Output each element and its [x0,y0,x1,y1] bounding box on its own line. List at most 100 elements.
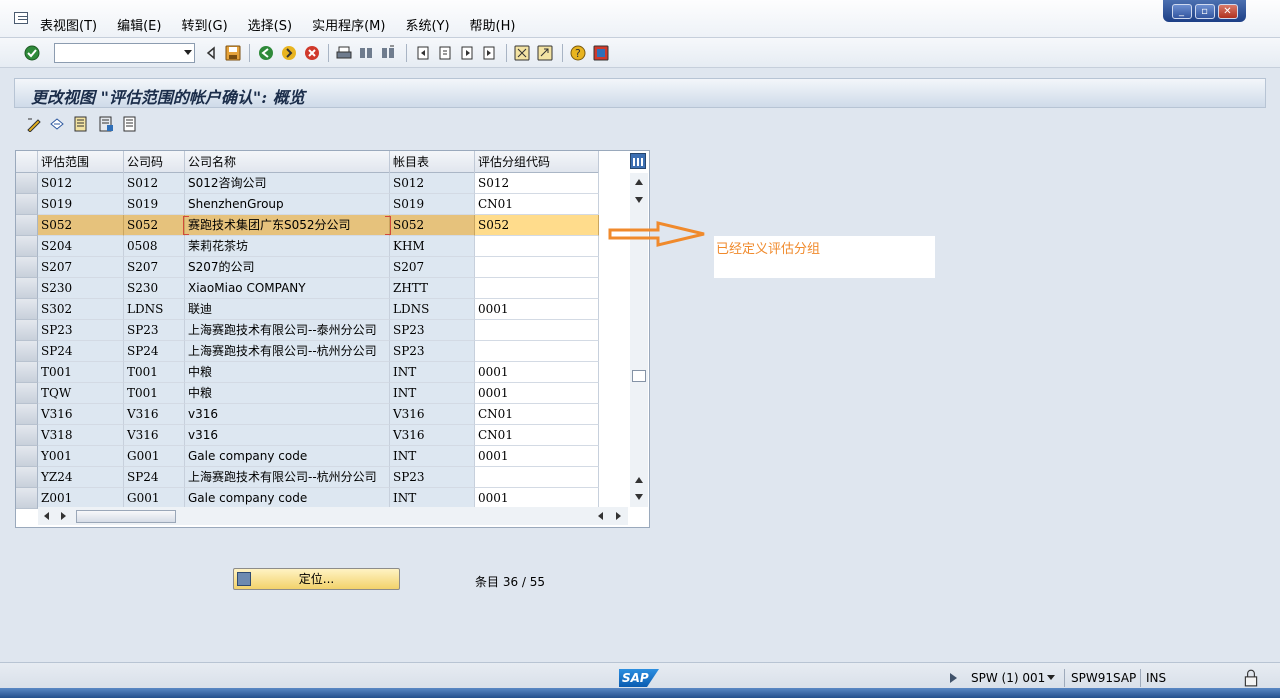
table-row[interactable]: V316 V316 v316 V316 CN01 [16,404,599,425]
chevron-down-icon[interactable] [1047,675,1055,680]
chevron-down-icon[interactable] [184,50,192,55]
print-icon[interactable] [336,45,352,61]
next-page-icon[interactable] [459,45,475,61]
save-icon[interactable] [225,45,241,61]
table-row[interactable]: S012 S012 S012咨询公司 S012 S012 [16,173,599,194]
cell-valuation-grouping-code[interactable]: S012 [475,173,599,194]
create-session-icon[interactable] [514,45,530,61]
cell-valuation-grouping-code[interactable]: 0001 [475,383,599,404]
help-icon[interactable]: ? [570,45,586,61]
row-selector[interactable] [16,383,38,404]
cell-valuation-grouping-code[interactable] [475,467,599,488]
cell-valuation-grouping-code[interactable] [475,320,599,341]
shortcut-icon[interactable] [537,45,553,61]
menu-edit[interactable]: 编辑(E) [117,15,161,34]
table-row[interactable]: S207 S207 S207的公司 S207 [16,257,599,278]
table-row[interactable]: S302 LDNS 联迪 LDNS 0001 [16,299,599,320]
table-row[interactable]: Z001 G001 Gale company code INT 0001 [16,488,599,509]
cell-valuation-grouping-code[interactable]: 0001 [475,488,599,509]
cell-valuation-grouping-code[interactable]: 0001 [475,362,599,383]
row-selector[interactable] [16,173,38,194]
table-row[interactable]: S204 0508 茉莉花茶坊 KHM [16,236,599,257]
scroll-right-icon[interactable] [61,512,66,520]
row-selector[interactable] [16,320,38,341]
row-selector[interactable] [16,236,38,257]
cell-valuation-grouping-code[interactable]: 0001 [475,446,599,467]
copy-as-icon[interactable] [73,116,89,132]
table-row[interactable]: SP23 SP23 上海赛跑技术有限公司--泰州分公司 SP23 [16,320,599,341]
position-button[interactable]: 定位... [233,568,400,590]
cell-valuation-grouping-code[interactable] [475,341,599,362]
menu-selection[interactable]: 选择(S) [248,15,292,34]
cell-valuation-grouping-code[interactable] [475,278,599,299]
scroll-left-icon[interactable] [44,512,49,520]
row-selector[interactable] [16,257,38,278]
enter-check-icon[interactable] [24,45,40,61]
system-menu-icon[interactable] [14,12,28,24]
table-row[interactable]: V318 V316 v316 V316 CN01 [16,425,599,446]
lock-icon[interactable] [1242,669,1260,687]
layout-menu-icon[interactable] [593,45,609,61]
scroll-page-up-icon[interactable] [635,477,643,483]
row-selector[interactable] [16,215,38,236]
new-entries-icon[interactable] [49,116,65,132]
status-toggle-icon[interactable] [950,673,957,683]
row-selector[interactable] [16,194,38,215]
table-row[interactable]: S052 S052 赛跑技术集团广东S052分公司 S052 S052 [16,215,599,236]
previous-page-icon[interactable] [437,45,453,61]
row-selector[interactable] [16,467,38,488]
exit-icon[interactable] [281,45,297,61]
previous-icon[interactable] [203,45,219,61]
cell-valuation-grouping-code[interactable] [475,236,599,257]
table-row[interactable]: TQW T001 中粮 INT 0001 [16,383,599,404]
cell-valuation-grouping-code[interactable] [475,257,599,278]
table-row[interactable]: T001 T001 中粮 INT 0001 [16,362,599,383]
column-header-chart-of-accounts[interactable]: 帐目表 [390,151,475,173]
column-header-company-name[interactable]: 公司名称 [185,151,390,173]
table-row[interactable]: YZ24 SP24 上海赛跑技术有限公司--杭州分公司 SP23 [16,467,599,488]
delete-icon[interactable] [98,116,114,132]
row-selector[interactable] [16,362,38,383]
restore-button[interactable]: ▫ [1194,3,1215,19]
display-change-icon[interactable] [26,116,42,132]
find-icon[interactable] [358,45,374,61]
table-row[interactable]: S230 S230 XiaoMiao COMPANY ZHTT [16,278,599,299]
horizontal-scrollbar[interactable] [38,507,628,525]
cancel-icon[interactable] [304,45,320,61]
scroll-down-icon[interactable] [635,197,643,203]
minimize-button[interactable]: _ [1171,3,1192,19]
cell-valuation-grouping-code[interactable]: 0001 [475,299,599,320]
row-selector[interactable] [16,404,38,425]
first-page-icon[interactable] [415,45,431,61]
column-header-valuation-area[interactable]: 评估范围 [38,151,124,173]
column-header-valuation-grouping-code[interactable]: 评估分组代码 [475,151,599,173]
menu-table-view[interactable]: 表视图(T) [40,15,97,34]
table-settings-icon[interactable] [630,153,646,169]
back-icon[interactable] [258,45,274,61]
menu-utilities[interactable]: 实用程序(M) [312,15,385,34]
menu-help[interactable]: 帮助(H) [470,15,516,34]
scroll-thumb[interactable] [632,370,646,382]
cell-valuation-grouping-code[interactable]: S052 [475,215,599,236]
select-all-header[interactable] [16,151,38,173]
row-selector[interactable] [16,425,38,446]
menu-goto[interactable]: 转到(G) [181,15,227,34]
column-header-company-code[interactable]: 公司码 [124,151,185,173]
menu-system[interactable]: 系统(Y) [405,15,449,34]
command-field[interactable] [54,43,195,63]
cell-valuation-grouping-code[interactable]: CN01 [475,425,599,446]
close-button[interactable]: ✕ [1217,3,1238,19]
table-row[interactable]: S019 S019 ShenzhenGroup S019 CN01 [16,194,599,215]
row-selector[interactable] [16,299,38,320]
cell-valuation-grouping-code[interactable]: CN01 [475,194,599,215]
row-selector[interactable] [16,488,38,509]
row-selector[interactable] [16,278,38,299]
select-all-icon[interactable] [122,116,138,132]
table-row[interactable]: Y001 G001 Gale company code INT 0001 [16,446,599,467]
cell-valuation-grouping-code[interactable]: CN01 [475,404,599,425]
horizontal-scroll-thumb[interactable] [76,510,176,523]
scroll-page-down-icon[interactable] [635,494,643,500]
row-selector[interactable] [16,446,38,467]
last-page-icon[interactable] [481,45,497,61]
scroll-right-end-icon[interactable] [616,512,621,520]
